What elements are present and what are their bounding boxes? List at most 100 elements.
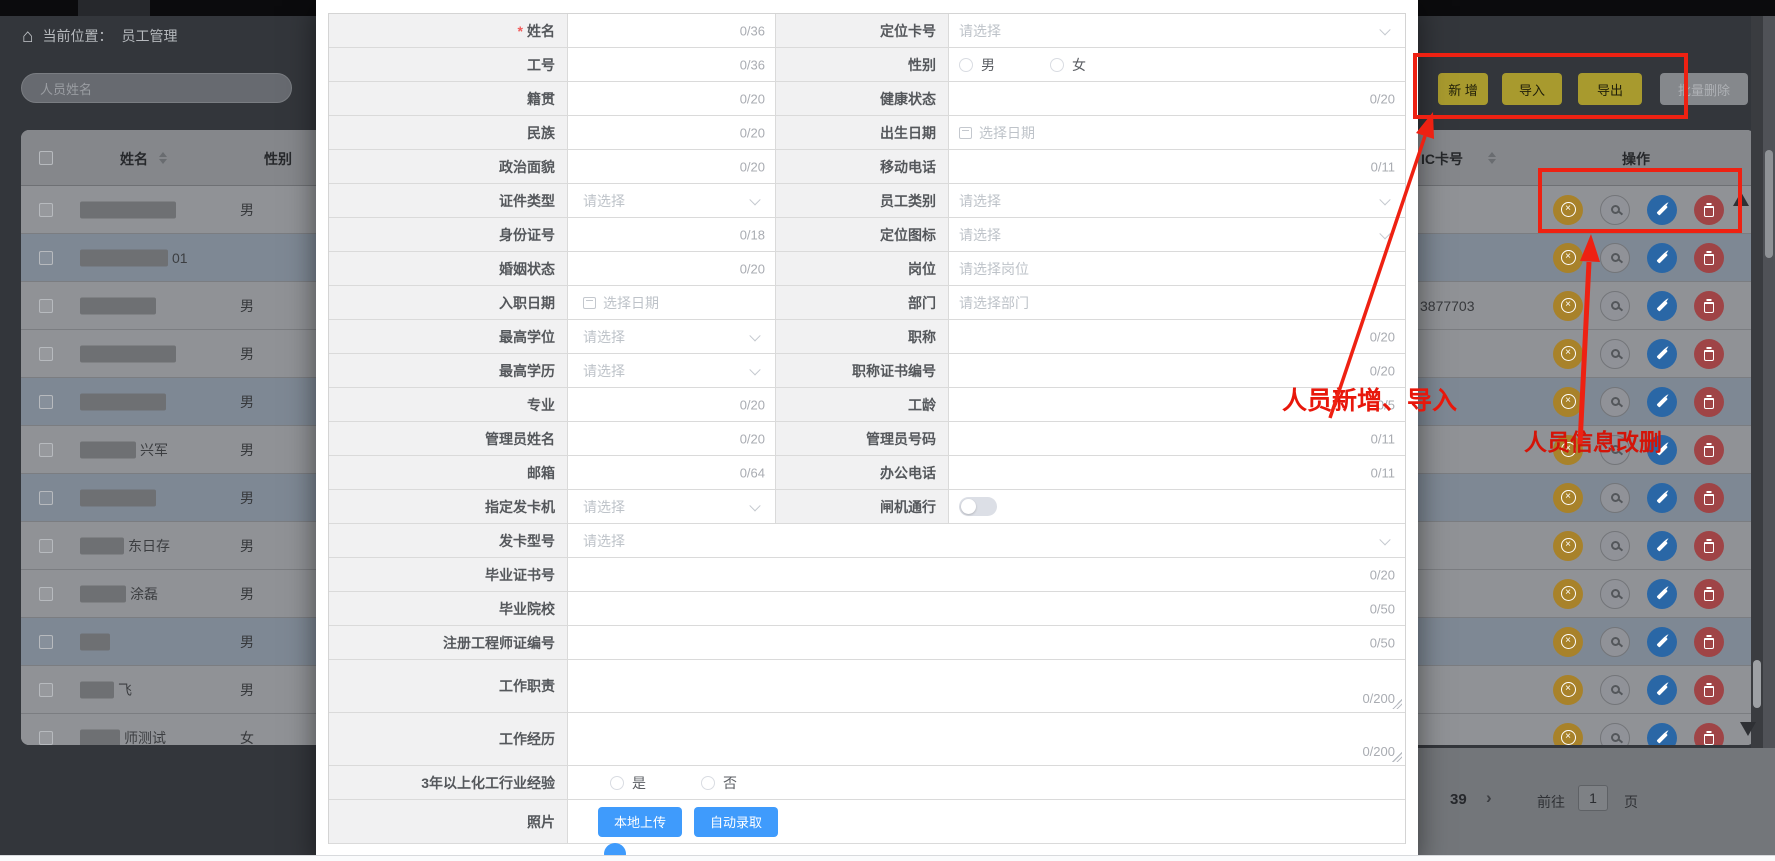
form-input-field[interactable]: 0/50 xyxy=(568,626,1405,659)
form-select-field[interactable]: 请选择 xyxy=(568,354,776,387)
radio-option[interactable]: 否 xyxy=(701,773,737,793)
form-select-field[interactable]: 请选择 xyxy=(949,218,1405,251)
delete-button[interactable] xyxy=(1694,387,1724,417)
row-checkbox[interactable] xyxy=(39,491,53,505)
row-checkbox[interactable] xyxy=(39,299,53,313)
issue-card-button[interactable]: × xyxy=(1553,675,1583,705)
form-input-field[interactable]: 0/20 xyxy=(568,116,776,149)
sort-icon[interactable] xyxy=(159,152,167,164)
table-scrollbar-thumb[interactable] xyxy=(1753,660,1761,708)
delete-button[interactable] xyxy=(1694,531,1724,561)
delete-button[interactable] xyxy=(1694,483,1724,513)
row-checkbox[interactable] xyxy=(39,251,53,265)
row-checkbox[interactable] xyxy=(39,395,53,409)
row-checkbox[interactable] xyxy=(39,683,53,697)
edit-button[interactable] xyxy=(1647,627,1677,657)
form-textarea-field[interactable]: 0/200 xyxy=(568,660,1405,712)
row-checkbox[interactable] xyxy=(39,587,53,601)
pagination-last-page[interactable]: 39 xyxy=(1450,791,1467,808)
edit-button[interactable] xyxy=(1647,387,1677,417)
issue-card-button[interactable]: × xyxy=(1553,243,1583,273)
form-input-field[interactable]: 0/11 xyxy=(949,422,1405,455)
form-input-field[interactable]: 0/50 xyxy=(568,592,1405,625)
form-input-field[interactable]: 0/20 xyxy=(949,82,1405,115)
form-buttons-field[interactable]: 本地上传自动录取 xyxy=(568,800,1405,843)
column-header-name[interactable]: 姓名 xyxy=(120,149,148,169)
delete-button[interactable] xyxy=(1694,627,1724,657)
form-input-field[interactable]: 0/20 xyxy=(568,388,776,421)
form-input-field[interactable]: 0/20 xyxy=(568,150,776,183)
form-toggle-field[interactable] xyxy=(949,490,1405,523)
view-button[interactable] xyxy=(1600,483,1630,513)
resize-handle-icon[interactable] xyxy=(1392,699,1402,709)
delete-button[interactable] xyxy=(1694,579,1724,609)
row-checkbox[interactable] xyxy=(39,635,53,649)
form-input-field[interactable]: 0/11 xyxy=(949,456,1405,489)
view-button[interactable] xyxy=(1600,243,1630,273)
row-checkbox[interactable] xyxy=(39,539,53,553)
form-input-field[interactable]: 请选择部门 xyxy=(949,286,1405,319)
form-input-field[interactable]: 0/20 xyxy=(568,558,1405,591)
view-button[interactable] xyxy=(1600,387,1630,417)
search-input[interactable]: 人员姓名 xyxy=(21,73,292,103)
form-input-field[interactable]: 0/11 xyxy=(949,150,1405,183)
radio-option[interactable]: 女 xyxy=(1050,55,1086,75)
form-input-field[interactable]: 0/20 xyxy=(568,252,776,285)
issue-card-button[interactable]: × xyxy=(1553,483,1583,513)
issue-card-button[interactable]: × xyxy=(1553,531,1583,561)
view-button[interactable] xyxy=(1600,723,1630,746)
edit-button[interactable] xyxy=(1647,531,1677,561)
issue-card-button[interactable]: × xyxy=(1553,387,1583,417)
pagination-goto-input[interactable]: 1 xyxy=(1578,785,1608,811)
issue-card-button[interactable]: × xyxy=(1553,723,1583,746)
row-checkbox[interactable] xyxy=(39,203,53,217)
pagination-next-button[interactable]: › xyxy=(1486,788,1492,808)
delete-button[interactable] xyxy=(1694,339,1724,369)
edit-button[interactable] xyxy=(1647,339,1677,369)
column-header-ic-card[interactable]: IC卡号 xyxy=(1421,149,1463,169)
gate-pass-toggle[interactable] xyxy=(959,497,997,516)
page-scrollbar-track[interactable] xyxy=(1763,16,1775,748)
row-checkbox[interactable] xyxy=(39,731,53,745)
radio-option[interactable]: 男 xyxy=(959,55,995,75)
delete-button[interactable] xyxy=(1694,675,1724,705)
form-input-field[interactable]: 请选择岗位 xyxy=(949,252,1405,285)
issue-card-button[interactable]: × xyxy=(1553,291,1583,321)
edit-button[interactable] xyxy=(1647,723,1677,746)
form-input-field[interactable]: 0/20 xyxy=(568,82,776,115)
delete-button[interactable] xyxy=(1694,291,1724,321)
form-select-field[interactable]: 请选择 xyxy=(568,524,1405,557)
scroll-down-icon[interactable] xyxy=(1740,722,1756,736)
edit-button[interactable] xyxy=(1647,483,1677,513)
edit-button[interactable] xyxy=(1647,675,1677,705)
issue-card-button[interactable]: × xyxy=(1553,627,1583,657)
column-header-gender[interactable]: 性别 xyxy=(264,149,292,169)
photo-upload-button[interactable]: 本地上传 xyxy=(598,807,682,837)
edit-button[interactable] xyxy=(1647,579,1677,609)
form-select-field[interactable]: 请选择 xyxy=(949,184,1405,217)
radio-option[interactable]: 是 xyxy=(610,773,646,793)
form-textarea-field[interactable]: 0/200 xyxy=(568,713,1405,765)
row-checkbox[interactable] xyxy=(39,443,53,457)
select-all-checkbox[interactable] xyxy=(39,151,53,165)
resize-handle-icon[interactable] xyxy=(1392,752,1402,762)
form-select-field[interactable]: 请选择 xyxy=(568,320,776,353)
delete-button[interactable] xyxy=(1694,435,1724,465)
form-input-field[interactable]: 0/36 xyxy=(568,48,776,81)
issue-card-button[interactable]: × xyxy=(1553,339,1583,369)
view-button[interactable] xyxy=(1600,531,1630,561)
form-radio-field[interactable]: 是否 xyxy=(568,766,1405,799)
photo-upload-button[interactable]: 自动录取 xyxy=(694,807,778,837)
issue-card-button[interactable]: × xyxy=(1553,579,1583,609)
view-button[interactable] xyxy=(1600,579,1630,609)
form-input-field[interactable]: 0/20 xyxy=(949,320,1405,353)
edit-button[interactable] xyxy=(1647,291,1677,321)
form-input-field[interactable]: 0/20 xyxy=(568,422,776,455)
form-input-field[interactable]: 0/18 xyxy=(568,218,776,251)
table-scrollbar-track[interactable] xyxy=(1751,16,1763,748)
row-checkbox[interactable] xyxy=(39,347,53,361)
sort-icon[interactable] xyxy=(1488,152,1496,164)
edit-button[interactable] xyxy=(1647,243,1677,273)
view-button[interactable] xyxy=(1600,627,1630,657)
delete-button[interactable] xyxy=(1694,723,1724,746)
